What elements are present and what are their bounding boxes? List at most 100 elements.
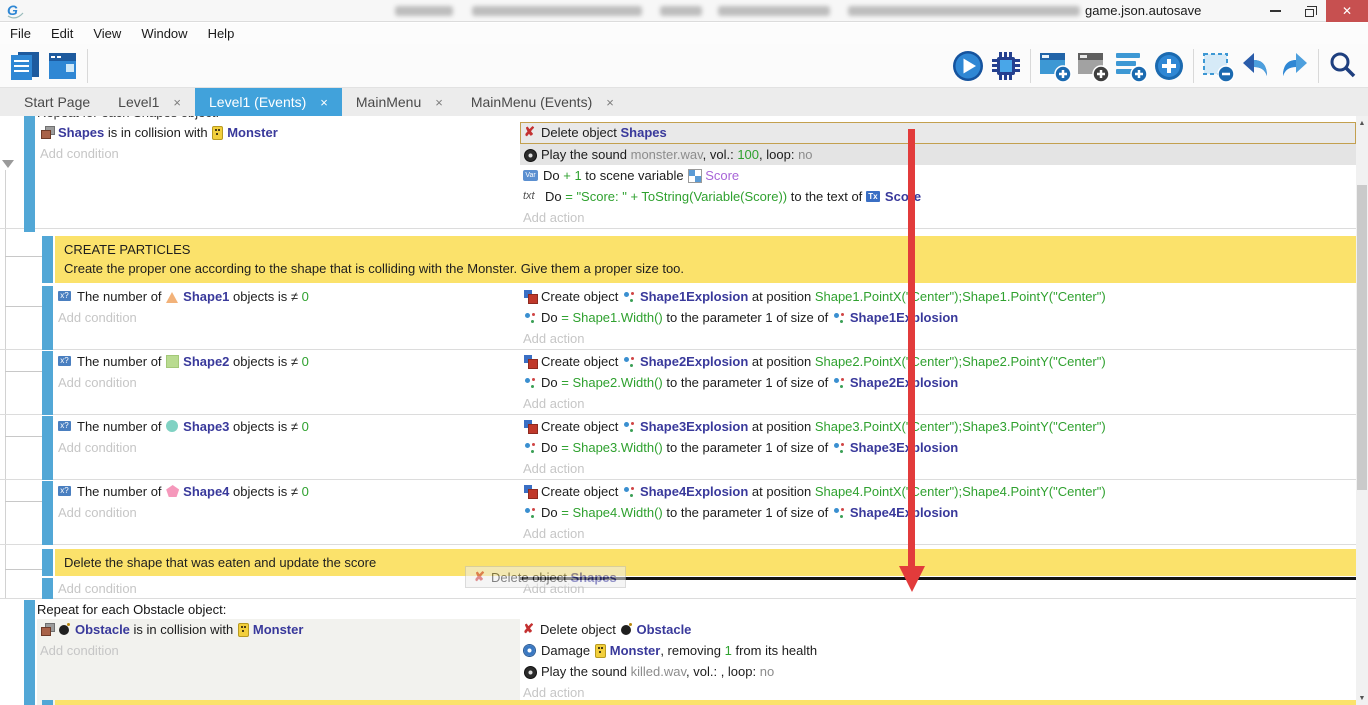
text-segment: Shape3Explosion	[850, 440, 958, 455]
tab-close-icon[interactable]: ×	[173, 95, 181, 110]
action-row[interactable]: Play the sound killed.wav, vol.: , loop:…	[520, 661, 1356, 682]
dragged-action-ghost[interactable]: Delete object Shapes	[465, 566, 626, 588]
event-comment[interactable]: CREATE PARTICLESCreate the proper one ac…	[0, 236, 1356, 283]
event-comment[interactable]: Delete the shape that was eaten and upda…	[0, 549, 1356, 576]
project-window-button[interactable]	[44, 47, 82, 85]
add-action-button[interactable]: Add action	[520, 328, 1356, 349]
menu-bar: File Edit View Window Help	[0, 23, 1368, 44]
redacted-title-segment	[660, 6, 702, 16]
condition-row[interactable]: Obstacle is in collision with Monster	[37, 619, 520, 640]
add-subevent-icon	[1076, 49, 1110, 83]
tab-start-page[interactable]: Start Page	[10, 88, 104, 116]
redo-button[interactable]	[1275, 47, 1313, 85]
add-plus-button[interactable]	[1150, 47, 1188, 85]
menu-file[interactable]: File	[7, 26, 42, 41]
add-condition-button[interactable]: Add condition	[37, 640, 520, 661]
condition-row[interactable]: The number of Shape2 objects is ≠ 0	[55, 351, 520, 372]
add-condition-button[interactable]: Add condition	[55, 307, 520, 328]
undo-button[interactable]	[1237, 47, 1275, 85]
add-action-button[interactable]: Add action	[520, 523, 1356, 544]
particle-object-icon	[622, 355, 637, 368]
scroll-up-icon[interactable]: ▲	[1356, 116, 1368, 130]
action-row[interactable]: Do = Shape2.Width() to the parameter 1 o…	[520, 372, 1356, 393]
condition-row[interactable]: Shapes is in collision with Monster	[37, 122, 520, 143]
action-row[interactable]: Create object Shape2Explosion at positio…	[520, 351, 1356, 372]
tab-mainmenu-events[interactable]: MainMenu (Events) ×	[457, 88, 628, 116]
debug-button[interactable]	[987, 47, 1025, 85]
repeat-header[interactable]: Repeat for each Obstacle object:	[37, 600, 1356, 619]
vertical-scrollbar[interactable]: ▲ ▼	[1356, 116, 1368, 705]
event-comment[interactable]: Delete the shape that was eaten and upda…	[55, 549, 1356, 576]
tab-close-icon[interactable]: ×	[606, 95, 614, 110]
event-comment[interactable]: CREATE PARTICLESCreate the proper one ac…	[55, 236, 1356, 283]
minimize-button[interactable]	[1258, 0, 1292, 22]
condition-row[interactable]: The number of Shape4 objects is ≠ 0	[55, 481, 520, 502]
add-condition-button[interactable]: Add condition	[55, 437, 520, 458]
add-subevent-button[interactable]	[1074, 47, 1112, 85]
debug-chip-icon	[989, 49, 1023, 83]
text-segment: 0	[302, 419, 309, 434]
menu-window[interactable]: Window	[138, 26, 198, 41]
action-row[interactable]: Do = Shape4.Width() to the parameter 1 o…	[520, 502, 1356, 523]
action-row[interactable]: Delete object Shapes	[520, 122, 1356, 144]
undo-icon	[1239, 49, 1273, 83]
event-group[interactable]: Repeat for each Obstacle object:Obstacle…	[0, 600, 1356, 705]
search-icon	[1326, 49, 1360, 83]
action-row[interactable]: Do = "Score: " + ToString(Variable(Score…	[520, 186, 1356, 207]
text-segment: Obstacle	[75, 622, 130, 637]
text-segment: Do	[541, 440, 561, 455]
remove-event-button[interactable]	[1199, 47, 1237, 85]
actions-column: Delete object ObstacleDamage Monster, re…	[520, 619, 1356, 703]
event-strip[interactable]	[0, 700, 1356, 705]
action-row[interactable]: Create object Shape3Explosion at positio…	[520, 416, 1356, 437]
menu-help[interactable]: Help	[205, 26, 246, 41]
tab-level1[interactable]: Level1 ×	[104, 88, 195, 116]
add-action-button[interactable]: Add action	[520, 393, 1356, 414]
menu-view[interactable]: View	[90, 26, 132, 41]
add-event-button[interactable]	[1036, 47, 1074, 85]
event-group[interactable]: Repeat for each Shapes object:Shapes is …	[0, 116, 1356, 229]
event-comment-partial[interactable]	[55, 700, 1356, 705]
action-row[interactable]: Do = Shape3.Width() to the parameter 1 o…	[520, 437, 1356, 458]
title-bar: G game.json.autosave ✕	[0, 0, 1368, 22]
condition-row[interactable]: The number of Shape1 objects is ≠ 0	[55, 286, 520, 307]
text-segment: at position	[748, 419, 815, 434]
action-row[interactable]: Create object Shape4Explosion at positio…	[520, 481, 1356, 502]
add-condition-button[interactable]: Add condition	[55, 502, 520, 523]
event-std[interactable]: The number of Shape4 objects is ≠ 0Add c…	[0, 481, 1356, 545]
event-std[interactable]: The number of Shape2 objects is ≠ 0Add c…	[0, 351, 1356, 415]
action-row[interactable]: Do = Shape1.Width() to the parameter 1 o…	[520, 307, 1356, 328]
add-action-button[interactable]: Add action	[520, 207, 1356, 228]
menu-edit[interactable]: Edit	[48, 26, 84, 41]
action-row[interactable]: Do + 1 to scene variable Score	[520, 165, 1356, 186]
event-empty[interactable]: Add conditionAdd action	[0, 578, 1356, 599]
scroll-down-icon[interactable]: ▼	[1356, 691, 1368, 705]
event-std[interactable]: The number of Shape1 objects is ≠ 0Add c…	[0, 286, 1356, 350]
object-count-icon	[58, 290, 74, 303]
condition-row[interactable]: The number of Shape3 objects is ≠ 0	[55, 416, 520, 437]
action-row[interactable]: Delete object Obstacle	[520, 619, 1356, 640]
event-std[interactable]: The number of Shape3 objects is ≠ 0Add c…	[0, 416, 1356, 480]
search-button[interactable]	[1324, 47, 1362, 85]
add-comment-button[interactable]	[1112, 47, 1150, 85]
action-row[interactable]: Create object Shape1Explosion at positio…	[520, 286, 1356, 307]
close-button[interactable]: ✕	[1326, 0, 1368, 22]
text-segment: 100	[737, 147, 759, 162]
pages-button[interactable]	[6, 47, 44, 85]
scrollbar-thumb[interactable]	[1357, 185, 1367, 490]
add-action-button[interactable]: Add action	[520, 458, 1356, 479]
actions-column: Add action	[520, 578, 1356, 599]
tab-mainmenu[interactable]: MainMenu ×	[342, 88, 457, 116]
restore-button[interactable]	[1292, 0, 1326, 22]
tab-close-icon[interactable]: ×	[435, 95, 443, 110]
action-row[interactable]: Play the sound monster.wav, vol.: 100, l…	[520, 144, 1356, 165]
play-button[interactable]	[949, 47, 987, 85]
add-condition-button[interactable]: Add condition	[55, 578, 520, 599]
add-condition-button[interactable]: Add condition	[55, 372, 520, 393]
action-row[interactable]: Damage Monster, removing 1 from its heal…	[520, 640, 1356, 661]
tab-close-icon[interactable]: ×	[320, 95, 328, 110]
add-action-button[interactable]: Add action	[520, 578, 1356, 599]
add-condition-button[interactable]: Add condition	[37, 143, 520, 164]
monster-object-icon	[237, 623, 250, 636]
tab-level1-events[interactable]: Level1 (Events) ×	[195, 88, 342, 116]
